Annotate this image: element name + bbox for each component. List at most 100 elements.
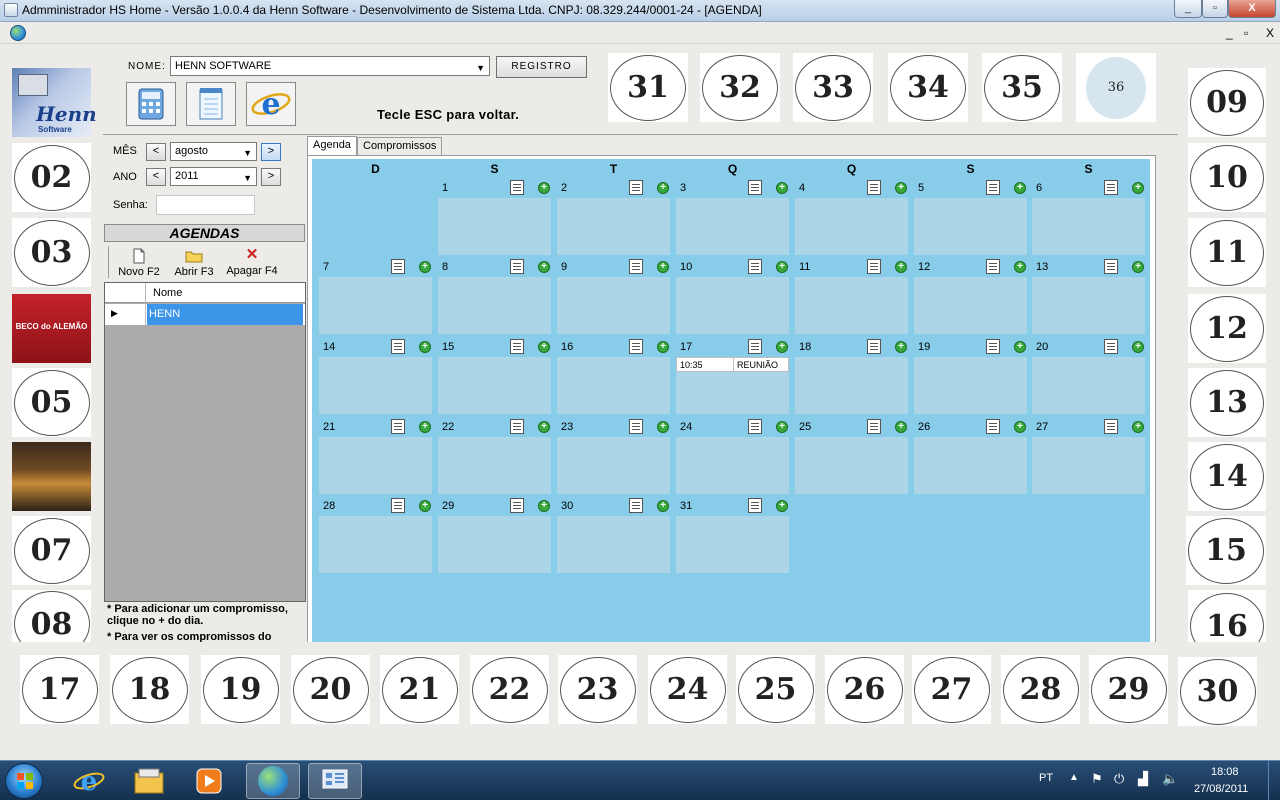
day-appointments-area[interactable] bbox=[438, 437, 551, 494]
language-indicator[interactable]: PT bbox=[1039, 772, 1053, 784]
senha-input[interactable] bbox=[156, 195, 255, 215]
view-appointments-icon[interactable] bbox=[1104, 259, 1118, 274]
tile-36[interactable]: 36 bbox=[1076, 53, 1156, 122]
tile-14[interactable]: 14 bbox=[1188, 442, 1266, 511]
network-signal-icon[interactable]: ▟ bbox=[1138, 771, 1148, 787]
tile-03[interactable]: 03 bbox=[12, 218, 91, 287]
taskbar-hs-home-button[interactable] bbox=[246, 763, 300, 799]
view-appointments-icon[interactable] bbox=[867, 419, 881, 434]
tile-34[interactable]: 34 bbox=[888, 53, 968, 122]
view-appointments-icon[interactable] bbox=[986, 419, 1000, 434]
add-appointment-icon[interactable]: + bbox=[776, 341, 788, 353]
calendar-day[interactable]: 29 + bbox=[438, 496, 551, 574]
view-appointments-icon[interactable] bbox=[629, 339, 643, 354]
tile-09[interactable]: 09 bbox=[1188, 68, 1266, 137]
mes-select[interactable]: agosto ▼ bbox=[170, 142, 257, 161]
day-appointments-area[interactable] bbox=[795, 198, 908, 255]
view-appointments-icon[interactable] bbox=[748, 498, 762, 513]
add-appointment-icon[interactable]: + bbox=[657, 261, 669, 273]
window-close-button[interactable]: X bbox=[1228, 0, 1276, 18]
view-appointments-icon[interactable] bbox=[748, 180, 762, 195]
day-appointments-area[interactable] bbox=[676, 516, 789, 573]
grid-cell-nome[interactable]: HENN bbox=[147, 304, 303, 325]
add-appointment-icon[interactable]: + bbox=[538, 341, 550, 353]
day-appointments-area[interactable] bbox=[1032, 198, 1145, 255]
calendar-day[interactable]: 11 + bbox=[795, 257, 908, 335]
add-appointment-icon[interactable]: + bbox=[895, 421, 907, 433]
view-appointments-icon[interactable] bbox=[510, 339, 524, 354]
view-appointments-icon[interactable] bbox=[748, 419, 762, 434]
power-plug-icon[interactable]: ⏻ bbox=[1114, 771, 1124, 787]
day-appointments-area[interactable] bbox=[1032, 357, 1145, 414]
calendar-day[interactable]: 5 + bbox=[914, 178, 1027, 256]
day-appointments-area[interactable] bbox=[557, 198, 670, 255]
day-appointments-area[interactable] bbox=[914, 277, 1027, 334]
tile-17[interactable]: 17 bbox=[20, 655, 99, 724]
tile-27[interactable]: 27 bbox=[912, 655, 991, 724]
view-appointments-icon[interactable] bbox=[629, 419, 643, 434]
beco-do-alemao-logo[interactable]: BECO do ALEMÃO bbox=[12, 294, 91, 363]
internet-explorer-button[interactable]: e bbox=[246, 82, 296, 126]
day-appointments-area[interactable] bbox=[438, 198, 551, 255]
view-appointments-icon[interactable] bbox=[629, 180, 643, 195]
clock-date[interactable]: 27/08/2011 bbox=[1194, 783, 1248, 795]
add-appointment-icon[interactable]: + bbox=[538, 182, 550, 194]
tray-expand-icon[interactable]: ▲ bbox=[1069, 772, 1079, 783]
add-appointment-icon[interactable]: + bbox=[419, 341, 431, 353]
tile-13[interactable]: 13 bbox=[1188, 368, 1266, 437]
calendar-day[interactable]: 8 + bbox=[438, 257, 551, 335]
view-appointments-icon[interactable] bbox=[867, 259, 881, 274]
taskbar-media-player-button[interactable] bbox=[182, 763, 236, 799]
view-appointments-icon[interactable] bbox=[391, 498, 405, 513]
day-appointments-area[interactable] bbox=[795, 277, 908, 334]
ano-prev-button[interactable]: < bbox=[146, 168, 166, 186]
day-appointments-area[interactable] bbox=[557, 357, 670, 414]
view-appointments-icon[interactable] bbox=[391, 259, 405, 274]
calendar-day[interactable]: 10 + bbox=[676, 257, 789, 335]
window-maximize-button[interactable]: ▫ bbox=[1202, 0, 1228, 18]
add-appointment-icon[interactable]: + bbox=[1132, 261, 1144, 273]
view-appointments-icon[interactable] bbox=[748, 339, 762, 354]
clock-time[interactable]: 18:08 bbox=[1211, 766, 1239, 778]
view-appointments-icon[interactable] bbox=[867, 339, 881, 354]
add-appointment-icon[interactable]: + bbox=[538, 421, 550, 433]
mdi-minimize-button[interactable]: _ bbox=[1226, 26, 1233, 40]
grid-row[interactable]: ▶ HENN bbox=[105, 304, 305, 325]
view-appointments-icon[interactable] bbox=[629, 259, 643, 274]
calendar-day[interactable]: 22 + bbox=[438, 417, 551, 495]
add-appointment-icon[interactable]: + bbox=[1132, 421, 1144, 433]
add-appointment-icon[interactable]: + bbox=[419, 500, 431, 512]
tile-26[interactable]: 26 bbox=[825, 655, 904, 724]
window-minimize-button[interactable]: _ bbox=[1174, 0, 1202, 18]
calendar-day[interactable]: 23 + bbox=[557, 417, 670, 495]
view-appointments-icon[interactable] bbox=[510, 180, 524, 195]
view-appointments-icon[interactable] bbox=[391, 339, 405, 354]
tile-22[interactable]: 22 bbox=[470, 655, 549, 724]
tile-20[interactable]: 20 bbox=[291, 655, 370, 724]
day-appointments-area[interactable] bbox=[676, 437, 789, 494]
appointment-entry[interactable]: 10:35 REUNIÃO bbox=[676, 357, 789, 372]
calendar-day[interactable]: 16 + bbox=[557, 337, 670, 415]
day-appointments-area[interactable] bbox=[795, 437, 908, 494]
add-appointment-icon[interactable]: + bbox=[419, 261, 431, 273]
add-appointment-icon[interactable]: + bbox=[1014, 421, 1026, 433]
calendar-day[interactable]: 20 + bbox=[1032, 337, 1145, 415]
day-appointments-area[interactable] bbox=[676, 277, 789, 334]
tile-21[interactable]: 21 bbox=[380, 655, 459, 724]
calendar-day[interactable]: 17 +10:35 REUNIÃO bbox=[676, 337, 789, 415]
view-appointments-icon[interactable] bbox=[391, 419, 405, 434]
calendar-day[interactable]: 28 + bbox=[319, 496, 432, 574]
tile-15[interactable]: 15 bbox=[1186, 516, 1266, 585]
tab-compromissos[interactable]: Compromissos bbox=[357, 137, 443, 155]
calendar-day[interactable]: 9 + bbox=[557, 257, 670, 335]
tile-35[interactable]: 35 bbox=[982, 53, 1062, 122]
calendar-day[interactable]: 7 + bbox=[319, 257, 432, 335]
day-appointments-area[interactable] bbox=[795, 357, 908, 414]
tile-29[interactable]: 29 bbox=[1089, 655, 1168, 724]
registro-button[interactable]: REGISTRO bbox=[496, 56, 587, 78]
tile-16[interactable]: 16 bbox=[1188, 590, 1266, 642]
calendar-day[interactable]: 21 + bbox=[319, 417, 432, 495]
tile-10[interactable]: 10 bbox=[1188, 143, 1266, 212]
tile-30[interactable]: 30 bbox=[1178, 657, 1257, 726]
day-appointments-area[interactable] bbox=[438, 277, 551, 334]
